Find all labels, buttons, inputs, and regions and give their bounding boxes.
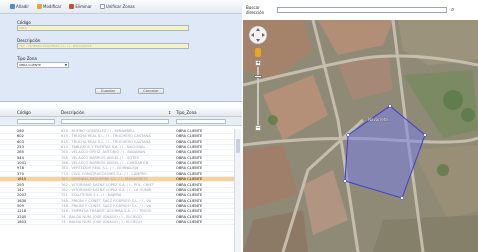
zoom-slider-handle[interactable]	[254, 75, 262, 78]
column-header-description[interactable]: Descripción	[61, 110, 84, 115]
zoom-out-button[interactable]: −	[255, 125, 261, 131]
grid-scrollbar[interactable]	[234, 129, 241, 252]
add-icon	[10, 4, 15, 9]
cell-zone-type: OBRA CLIENTE	[176, 219, 203, 224]
zoom-in-button[interactable]: +	[255, 60, 261, 66]
satellite-map[interactable]: + − Navarrete	[243, 20, 478, 252]
merge-icon	[99, 4, 105, 9]
polygon-vertex[interactable]	[423, 133, 427, 137]
address-search-input[interactable]	[277, 7, 447, 13]
scrollbar-thumb[interactable]	[236, 139, 240, 153]
delete-button-label: Eliminar	[75, 4, 92, 9]
street-view-pegman-icon[interactable]	[255, 48, 261, 57]
zone-form: Código 1615 Descripción 767 - VIVIENDA E…	[0, 14, 242, 102]
code-field[interactable]: 1615	[17, 25, 189, 31]
cancel-button[interactable]: Cancelar	[138, 88, 164, 94]
search-icon[interactable]: ⌕	[451, 6, 454, 14]
chevron-down-icon: ▼	[64, 63, 67, 67]
filter-description-input[interactable]	[61, 119, 169, 124]
address-search-bar: Buscar dirección ⌕	[243, 0, 478, 20]
zone-editor-panel: Añadir Modificar Eliminar Unificar Zonas…	[0, 0, 242, 252]
grid-body: 260 620 - RUFINO GONZALEZ / I - MIRAMBELL…	[0, 129, 234, 252]
pencil-icon	[37, 4, 43, 9]
cell-code: 1603	[17, 219, 27, 224]
column-header-zone-type[interactable]: Tipo_Zona	[176, 110, 197, 115]
filter-zone-type-input[interactable]	[176, 119, 226, 124]
filter-code-input[interactable]	[17, 119, 55, 124]
map-imagery	[243, 20, 478, 252]
polygon-vertex[interactable]	[346, 133, 350, 137]
map-place-label: Navarrete	[368, 117, 388, 122]
zone-type-value: OBRA CLIENTE	[19, 63, 41, 67]
column-header-code[interactable]: Código	[17, 110, 31, 115]
zones-grid: Código Descripción ↕ Tipo_Zona 260 620 - …	[0, 102, 242, 252]
polygon-vertex[interactable]	[400, 196, 404, 200]
merge-button-label: Unificar Zonas	[105, 4, 135, 9]
description-field[interactable]: 767 - VIVIENDA EXQUERRA S.L. / I - MAHAR…	[17, 43, 189, 49]
delete-button[interactable]: Eliminar	[67, 3, 93, 10]
merge-zones-button[interactable]: Unificar Zonas	[98, 3, 137, 10]
grid-header: Código Descripción ↕ Tipo_Zona	[0, 108, 242, 117]
pan-control[interactable]	[248, 25, 268, 45]
polygon-vertex[interactable]	[388, 104, 392, 108]
polygon-vertex[interactable]	[343, 179, 347, 183]
table-row[interactable]: 1603 74 - BALDA NUM. JOSE IGNACIO / I - E…	[0, 219, 234, 226]
add-button[interactable]: Añadir	[8, 3, 31, 10]
zone-type-label: Tipo Zona	[17, 56, 37, 61]
sort-icon: ↕	[168, 110, 172, 115]
map-panel: Buscar dirección ⌕ + − Navarrete	[243, 0, 478, 252]
save-button[interactable]: Guardar	[95, 88, 121, 94]
search-label: Buscar dirección	[246, 5, 265, 15]
grid-filter-row	[0, 117, 242, 126]
zone-type-select[interactable]: OBRA CLIENTE ▼	[17, 62, 69, 68]
edit-button[interactable]: Modificar	[35, 3, 63, 10]
cell-description: 74 - BALDA NUM. JOSE IGNACIO / I - ELCIE…	[61, 219, 142, 224]
edit-button-label: Modificar	[43, 4, 62, 9]
add-button-label: Añadir	[16, 4, 30, 9]
toolbar: Añadir Modificar Eliminar Unificar Zonas	[0, 0, 242, 14]
delete-icon	[69, 4, 75, 9]
